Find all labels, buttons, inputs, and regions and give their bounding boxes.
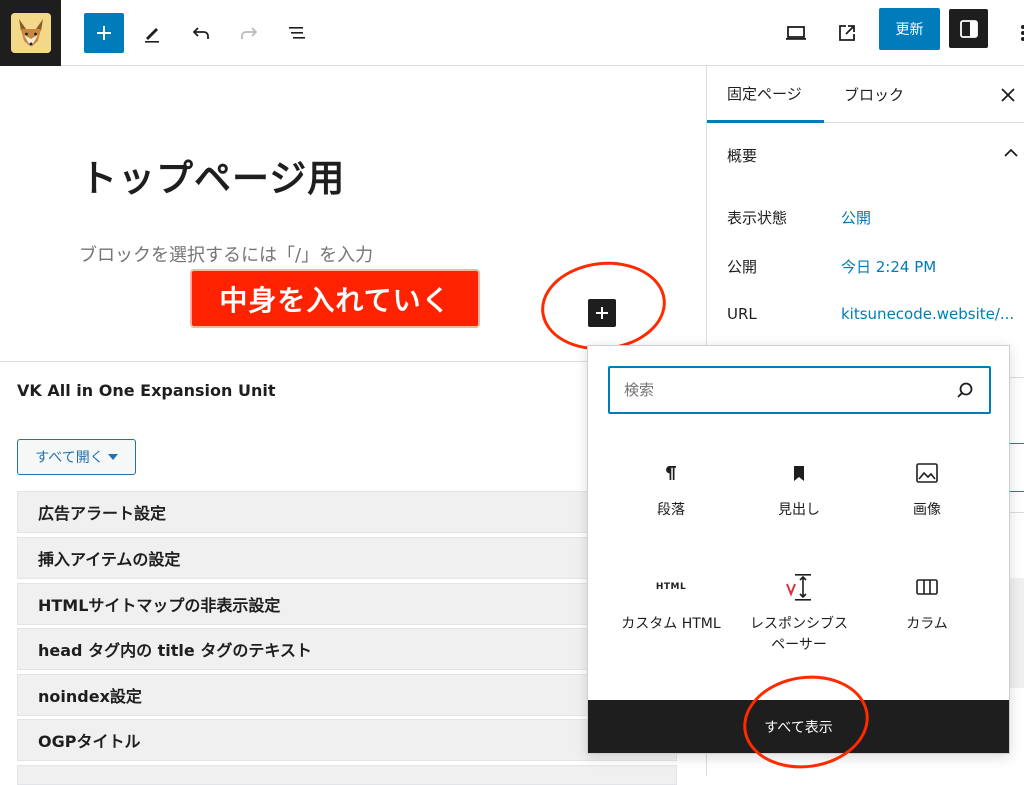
preview-button[interactable] [776,13,816,53]
tab-block[interactable]: ブロック [844,66,904,123]
spacer-icon [786,574,811,601]
tools-button[interactable] [132,13,172,53]
block-label: 見出し [778,502,820,518]
accordion-row-label: noindex設定 [38,687,142,706]
list-view-button[interactable] [277,13,317,53]
block-label: 段落 [657,502,685,518]
metabox-title: VK All in One Expansion Unit [17,381,276,400]
update-button[interactable]: 更新 [879,8,940,50]
site-logo[interactable] [0,0,61,66]
accordion-row[interactable]: 挿入アイテムの設定 [17,537,677,579]
pencil-icon [145,28,159,43]
block-label: 画像 [913,502,941,518]
accordion-row-label: head タグ内の title タグのテキスト [38,641,312,660]
accordion-row-label: HTMLサイトマップの非表示設定 [38,596,281,615]
page-title[interactable]: トップページ用 [80,148,345,202]
close-icon [1001,88,1015,102]
redo-button[interactable] [229,13,269,53]
block-paragraph[interactable]: 段落 [606,458,736,521]
annotation-banner: 中身を入れていく [192,271,478,326]
accordion-row-label: 挿入アイテムの設定 [38,550,181,569]
block-custom-html[interactable]: HTML カスタム HTML [606,572,736,635]
url-label: URL [727,305,757,323]
tab-page[interactable]: 固定ページ [707,66,824,123]
caret-down-icon [107,454,118,460]
accordion-row-label: 広告アラート設定 [38,504,167,523]
plus-icon [596,307,608,319]
desktop-icon [786,26,806,40]
block-search-box[interactable] [608,366,991,414]
redo-icon [241,27,258,39]
visibility-value[interactable]: 公開 [841,207,871,228]
heading-icon [794,466,804,481]
image-icon [916,463,938,483]
accordion-row[interactable]: head タグ内の title タグのテキスト [17,628,677,670]
block-heading[interactable]: 見出し [734,458,864,521]
sidebar-icon [959,19,978,38]
accordion-row[interactable]: 広告アラート設定 [17,491,677,533]
close-sidebar-button[interactable] [997,84,1019,106]
html-icon: HTML [655,582,687,592]
sidebar-tabs: 固定ページ ブロック [707,66,1024,123]
publish-label: 公開 [727,258,758,276]
paragraph-icon [666,466,676,480]
block-label: カスタム HTML [621,616,721,632]
block-columns[interactable]: カラム [862,572,992,635]
accordion-row[interactable] [17,765,677,785]
add-block-button[interactable] [84,13,124,53]
accordion-row[interactable]: HTMLサイトマップの非表示設定 [17,583,677,625]
undo-icon [192,27,209,39]
search-icon [957,382,973,398]
open-all-label: すべて開く [35,450,104,466]
view-page-button[interactable] [827,13,867,53]
block-search-input[interactable] [624,379,944,401]
url-value[interactable]: kitsunecode.website/... [841,305,1014,323]
block-placeholder[interactable]: ブロックを選択するには「/」を入力 [79,241,373,267]
undo-button[interactable] [181,13,221,53]
settings-toggle-button[interactable] [949,9,988,48]
accordion-row[interactable]: OGPタイトル [17,719,677,761]
list-view-icon [289,27,305,39]
summary-section-title[interactable]: 概要 [727,145,757,166]
inline-inserter-button[interactable] [588,299,616,327]
block-image[interactable]: 画像 [862,458,992,521]
open-all-button[interactable]: すべて開く [17,439,136,475]
chevron-up-icon[interactable] [1002,146,1020,160]
block-responsive-spacer[interactable]: レスポンシブスペーサー [734,572,864,656]
accordion-row-label: OGPタイトル [38,732,141,751]
editor-toolbar: 更新 [0,0,1024,66]
block-label: カラム [906,616,948,632]
visibility-label: 表示状態 [727,209,788,227]
plus-icon [97,26,111,40]
options-menu-button[interactable] [994,13,1024,53]
publish-date-value[interactable]: 今日 2:24 PM [841,256,936,277]
columns-icon [916,579,938,595]
fox-logo-icon [10,13,51,53]
accordion-row[interactable]: noindex設定 [17,674,677,716]
external-link-icon [839,25,855,41]
more-vertical-icon [1021,25,1024,41]
block-label: レスポンシブスペーサー [750,616,848,653]
